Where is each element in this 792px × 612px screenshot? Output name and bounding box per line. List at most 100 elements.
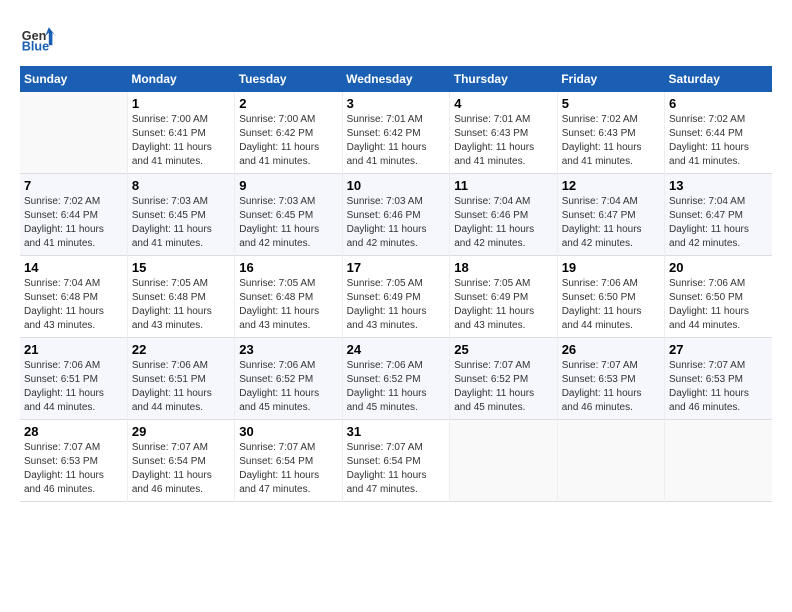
day-number: 3: [347, 96, 446, 111]
column-header-sunday: Sunday: [20, 66, 127, 92]
logo: Gen Blue: [20, 20, 60, 56]
calendar-cell: 12Sunrise: 7:04 AM Sunset: 6:47 PM Dayli…: [557, 174, 664, 256]
day-info: Sunrise: 7:07 AM Sunset: 6:52 PM Dayligh…: [454, 359, 552, 415]
day-number: 4: [454, 96, 552, 111]
day-number: 5: [562, 96, 660, 111]
day-info: Sunrise: 7:05 AM Sunset: 6:49 PM Dayligh…: [347, 277, 446, 333]
day-info: Sunrise: 7:07 AM Sunset: 6:53 PM Dayligh…: [562, 359, 660, 415]
day-info: Sunrise: 7:04 AM Sunset: 6:47 PM Dayligh…: [669, 195, 768, 251]
day-info: Sunrise: 7:02 AM Sunset: 6:43 PM Dayligh…: [562, 113, 660, 169]
day-info: Sunrise: 7:07 AM Sunset: 6:54 PM Dayligh…: [347, 441, 446, 497]
calendar-cell: 25Sunrise: 7:07 AM Sunset: 6:52 PM Dayli…: [450, 338, 557, 420]
day-number: 27: [669, 342, 768, 357]
day-info: Sunrise: 7:06 AM Sunset: 6:52 PM Dayligh…: [239, 359, 337, 415]
day-info: Sunrise: 7:05 AM Sunset: 6:48 PM Dayligh…: [239, 277, 337, 333]
day-number: 6: [669, 96, 768, 111]
calendar-cell: 28 Sunrise: 7:07 AM Sunset: 6:53 PM Dayli…: [20, 420, 127, 502]
day-info: Sunrise: 7:06 AM Sunset: 6:50 PM Dayligh…: [562, 277, 660, 333]
calendar-week-row: 1 Sunrise: 7:00 AM Sunset: 6:41 PM Daylig…: [20, 92, 772, 174]
calendar-cell: 30 Sunrise: 7:07 AM Sunset: 6:54 PM Dayli…: [235, 420, 342, 502]
day-number: 15: [132, 260, 230, 275]
calendar-cell: 23 Sunrise: 7:06 AM Sunset: 6:52 PM Dayli…: [235, 338, 342, 420]
calendar-cell: 14 Sunrise: 7:04 AM Sunset: 6:48 PM Dayli…: [20, 256, 127, 338]
day-number: 31: [347, 424, 446, 439]
day-number: 2: [239, 96, 337, 111]
day-number: 17: [347, 260, 446, 275]
day-number: 1: [132, 96, 230, 111]
calendar-cell: 11Sunrise: 7:04 AM Sunset: 6:46 PM Dayli…: [450, 174, 557, 256]
column-header-wednesday: Wednesday: [342, 66, 450, 92]
day-number: 29: [132, 424, 230, 439]
day-number: 18: [454, 260, 552, 275]
calendar-week-row: 14 Sunrise: 7:04 AM Sunset: 6:48 PM Dayli…: [20, 256, 772, 338]
day-info: Sunrise: 7:05 AM Sunset: 6:49 PM Dayligh…: [454, 277, 552, 333]
calendar-week-row: 21 Sunrise: 7:06 AM Sunset: 6:51 PM Dayli…: [20, 338, 772, 420]
day-info: Sunrise: 7:02 AM Sunset: 6:44 PM Dayligh…: [669, 113, 768, 169]
page-header: Gen Blue: [20, 20, 772, 56]
day-number: 20: [669, 260, 768, 275]
day-info: Sunrise: 7:06 AM Sunset: 6:50 PM Dayligh…: [669, 277, 768, 333]
day-info: Sunrise: 7:03 AM Sunset: 6:46 PM Dayligh…: [347, 195, 446, 251]
calendar-cell: 13 Sunrise: 7:04 AM Sunset: 6:47 PM Dayli…: [665, 174, 772, 256]
calendar-cell: 10 Sunrise: 7:03 AM Sunset: 6:46 PM Dayli…: [342, 174, 450, 256]
day-info: Sunrise: 7:07 AM Sunset: 6:53 PM Dayligh…: [24, 441, 123, 497]
day-number: 14: [24, 260, 123, 275]
day-number: 23: [239, 342, 337, 357]
calendar-cell: 5 Sunrise: 7:02 AM Sunset: 6:43 PM Daylig…: [557, 92, 664, 174]
calendar-cell: [665, 420, 772, 502]
column-header-saturday: Saturday: [665, 66, 772, 92]
calendar-week-row: 28 Sunrise: 7:07 AM Sunset: 6:53 PM Dayli…: [20, 420, 772, 502]
day-info: Sunrise: 7:04 AM Sunset: 6:46 PM Dayligh…: [454, 195, 552, 251]
column-header-tuesday: Tuesday: [235, 66, 342, 92]
calendar-cell: 3 Sunrise: 7:01 AM Sunset: 6:42 PM Daylig…: [342, 92, 450, 174]
day-info: Sunrise: 7:04 AM Sunset: 6:48 PM Dayligh…: [24, 277, 123, 333]
calendar-cell: 1 Sunrise: 7:00 AM Sunset: 6:41 PM Daylig…: [127, 92, 234, 174]
day-number: 21: [24, 342, 123, 357]
calendar-cell: 8 Sunrise: 7:03 AM Sunset: 6:45 PM Daylig…: [127, 174, 234, 256]
calendar-cell: 22Sunrise: 7:06 AM Sunset: 6:51 PM Dayli…: [127, 338, 234, 420]
day-number: 12: [562, 178, 660, 193]
day-number: 16: [239, 260, 337, 275]
day-info: Sunrise: 7:03 AM Sunset: 6:45 PM Dayligh…: [132, 195, 230, 251]
day-info: Sunrise: 7:00 AM Sunset: 6:42 PM Dayligh…: [239, 113, 337, 169]
day-number: 19: [562, 260, 660, 275]
day-info: Sunrise: 7:06 AM Sunset: 6:52 PM Dayligh…: [347, 359, 446, 415]
day-number: 26: [562, 342, 660, 357]
day-number: 9: [239, 178, 337, 193]
calendar-cell: 9Sunrise: 7:03 AM Sunset: 6:45 PM Daylig…: [235, 174, 342, 256]
calendar-cell: 29 Sunrise: 7:07 AM Sunset: 6:54 PM Dayli…: [127, 420, 234, 502]
day-info: Sunrise: 7:07 AM Sunset: 6:53 PM Dayligh…: [669, 359, 768, 415]
day-number: 13: [669, 178, 768, 193]
day-number: 30: [239, 424, 337, 439]
day-info: Sunrise: 7:00 AM Sunset: 6:41 PM Dayligh…: [132, 113, 230, 169]
day-info: Sunrise: 7:01 AM Sunset: 6:42 PM Dayligh…: [347, 113, 446, 169]
calendar-table: SundayMondayTuesdayWednesdayThursdayFrid…: [20, 66, 772, 502]
day-number: 28: [24, 424, 123, 439]
calendar-cell: 17 Sunrise: 7:05 AM Sunset: 6:49 PM Dayli…: [342, 256, 450, 338]
day-info: Sunrise: 7:07 AM Sunset: 6:54 PM Dayligh…: [132, 441, 230, 497]
calendar-cell: 7 Sunrise: 7:02 AM Sunset: 6:44 PM Daylig…: [20, 174, 127, 256]
column-header-friday: Friday: [557, 66, 664, 92]
calendar-cell: 16 Sunrise: 7:05 AM Sunset: 6:48 PM Dayli…: [235, 256, 342, 338]
calendar-cell: 26 Sunrise: 7:07 AM Sunset: 6:53 PM Dayli…: [557, 338, 664, 420]
calendar-week-row: 7 Sunrise: 7:02 AM Sunset: 6:44 PM Daylig…: [20, 174, 772, 256]
logo-icon: Gen Blue: [20, 20, 56, 56]
day-info: Sunrise: 7:01 AM Sunset: 6:43 PM Dayligh…: [454, 113, 552, 169]
day-number: 10: [347, 178, 446, 193]
day-number: 7: [24, 178, 123, 193]
column-header-monday: Monday: [127, 66, 234, 92]
calendar-cell: 27 Sunrise: 7:07 AM Sunset: 6:53 PM Dayli…: [665, 338, 772, 420]
calendar-cell: 21Sunrise: 7:06 AM Sunset: 6:51 PM Dayli…: [20, 338, 127, 420]
day-info: Sunrise: 7:06 AM Sunset: 6:51 PM Dayligh…: [132, 359, 230, 415]
day-info: Sunrise: 7:02 AM Sunset: 6:44 PM Dayligh…: [24, 195, 123, 251]
day-info: Sunrise: 7:07 AM Sunset: 6:54 PM Dayligh…: [239, 441, 337, 497]
calendar-cell: [20, 92, 127, 174]
calendar-cell: 20 Sunrise: 7:06 AM Sunset: 6:50 PM Dayli…: [665, 256, 772, 338]
calendar-cell: 2 Sunrise: 7:00 AM Sunset: 6:42 PM Daylig…: [235, 92, 342, 174]
calendar-cell: [450, 420, 557, 502]
svg-text:Blue: Blue: [22, 40, 49, 54]
day-number: 24: [347, 342, 446, 357]
calendar-cell: 4 Sunrise: 7:01 AM Sunset: 6:43 PM Daylig…: [450, 92, 557, 174]
calendar-cell: [557, 420, 664, 502]
day-number: 8: [132, 178, 230, 193]
